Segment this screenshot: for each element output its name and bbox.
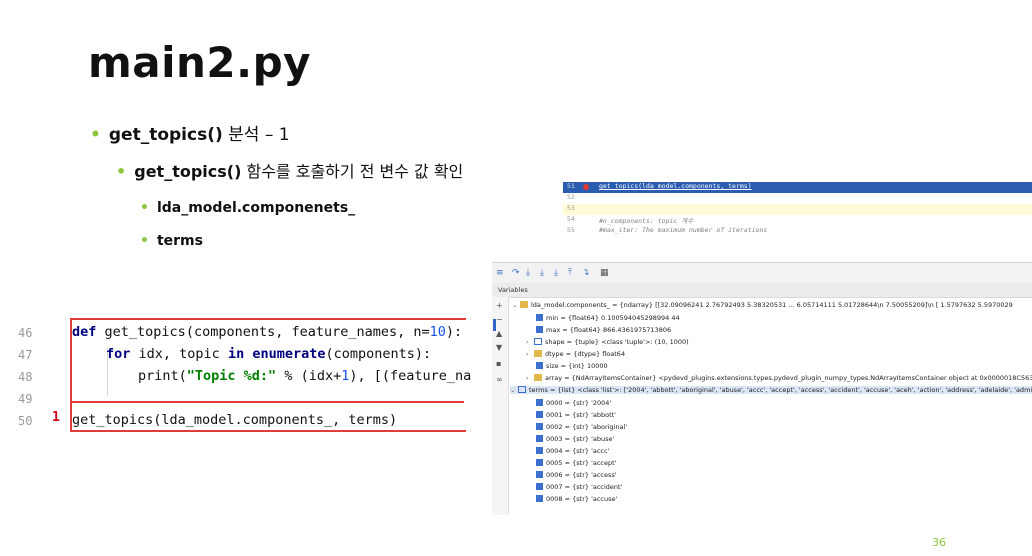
bullet-dot-icon: • — [90, 125, 101, 145]
step-over-icon[interactable]: ↷ — [512, 268, 520, 278]
variable-row[interactable]: 0002 = {str} 'aboriginal' — [536, 423, 627, 431]
down-icon[interactable]: ▼ — [496, 343, 502, 352]
code-row: 55 #max_iter: The maximum number of itera… — [567, 226, 768, 234]
list-icon[interactable]: ≡ — [496, 268, 504, 278]
field-icon — [536, 362, 543, 369]
field-icon — [536, 435, 543, 442]
bullet-level3-a: • lda_model.componenets_ — [140, 200, 355, 216]
variable-row[interactable]: 0000 = {str} '2004' — [536, 399, 611, 407]
debugger-toolbar: ≡ ↷ ⤓ ⤓ ⤓ ⤒ ↴ ▦ — [492, 263, 1032, 284]
code-row: 53 — [563, 204, 1032, 215]
container-icon — [534, 374, 542, 381]
variable-row[interactable]: size = {int} 10000 — [536, 362, 608, 370]
bullet-dot-icon: • — [116, 162, 127, 181]
code-line-48: print("Topic %d:" % (idx+1), [(feature_n… — [138, 368, 472, 384]
line-number: 48 — [18, 370, 33, 384]
bullet-level1: • get_topics() 분석 – 1 — [90, 120, 290, 145]
line-number: 49 — [18, 392, 33, 406]
copy-icon[interactable]: ▪ — [496, 359, 501, 368]
debugger-panel: ≡ ↷ ⤓ ⤓ ⤓ ⤒ ↴ ▦ Variables + − ▲ ▼ ▪ ∞ ⌄ l… — [492, 262, 1032, 515]
code-row: 54 #n_components: topic 개수 — [567, 215, 694, 225]
ndarray-icon — [520, 301, 528, 308]
bullet1-code: get_topics() — [108, 125, 223, 145]
code-editor-left: 46 47 48 49 50 1 def get_topics(componen… — [14, 318, 471, 432]
field-icon — [536, 447, 543, 454]
step-into-icon[interactable]: ⤓ — [526, 268, 530, 278]
bullet2-code: get_topics() — [134, 162, 242, 181]
field-icon — [536, 423, 543, 430]
run-to-cursor-icon[interactable]: ↴ — [582, 268, 590, 278]
bullet1-text: 분석 – 1 — [222, 125, 290, 145]
variable-row[interactable]: › shape = {tuple} <class 'tuple'>: (10, 1… — [526, 338, 689, 346]
bullet3a-text: lda_model.componenets_ — [156, 200, 356, 216]
field-icon — [536, 411, 543, 418]
step-marker: 1 — [52, 410, 60, 425]
field-icon — [536, 495, 543, 502]
field-icon — [536, 399, 543, 406]
force-step-into-icon[interactable]: ⤓ — [554, 268, 558, 278]
bullet3b-text: terms — [156, 233, 203, 249]
code-row: 52 — [567, 193, 575, 201]
field-icon — [536, 314, 543, 321]
up-icon[interactable]: ▲ — [496, 329, 502, 338]
step-into-my-code-icon[interactable]: ⤓ — [540, 268, 544, 278]
variables-header: Variables — [492, 283, 1032, 298]
bullet-level3-b: • terms — [140, 233, 203, 249]
variable-row[interactable]: 0005 = {str} 'accept' — [536, 459, 616, 467]
variable-row[interactable]: 0006 = {str} 'access' — [536, 471, 617, 479]
variable-row[interactable]: 0003 = {str} 'abuse' — [536, 435, 614, 443]
add-icon[interactable]: + — [496, 301, 503, 310]
watch-icon[interactable]: ∞ — [496, 375, 503, 384]
field-icon — [536, 326, 543, 333]
field-icon — [536, 459, 543, 466]
variable-row-selected[interactable]: ⌄ terms = {list} <class 'list'>: ['2004',… — [510, 386, 1032, 394]
field-icon — [536, 483, 543, 490]
code-editor-right: 51 get_topics(lda_model.components, terms… — [563, 180, 1032, 240]
variable-row[interactable]: 0001 = {str} 'abbott' — [536, 411, 616, 419]
code-row: 51 get_topics(lda_model.components, terms… — [563, 182, 1032, 193]
list-icon — [518, 386, 526, 393]
variable-row[interactable]: › dtype = {dtype} float64 — [526, 350, 625, 358]
code-line-47: for idx, topic in enumerate(components): — [106, 346, 432, 362]
variable-row[interactable]: 0008 = {str} 'accuse' — [536, 495, 617, 503]
line-number: 50 — [18, 414, 33, 428]
variable-row[interactable]: ⌄ lda_model.components_ = {ndarray} [[32.… — [512, 301, 1013, 309]
field-icon — [536, 471, 543, 478]
variable-row[interactable]: 0004 = {str} 'accc' — [536, 447, 609, 455]
evaluate-icon[interactable]: ▦ — [600, 268, 609, 278]
bullet-dot-icon: • — [140, 233, 149, 249]
slide-title: main2.py — [88, 38, 312, 87]
step-out-icon[interactable]: ⤒ — [568, 268, 572, 278]
code-line-50: get_topics(lda_model.components_, terms) — [72, 412, 398, 428]
breakpoint-icon[interactable] — [583, 184, 589, 190]
highlight-separator — [70, 401, 464, 403]
code-line-46: def get_topics(components, feature_names… — [72, 324, 463, 340]
tuple-icon — [534, 338, 542, 345]
variable-row[interactable]: 0007 = {str} 'accident' — [536, 483, 622, 491]
line-number: 46 — [18, 326, 33, 340]
bullet2-text: 함수를 호출하기 전 변수 값 확인 — [241, 162, 464, 181]
variable-row[interactable]: › array = {NdArrayItemsContainer} <pydevd… — [526, 374, 1032, 382]
selection-strip — [493, 319, 496, 331]
page-number: 36 — [932, 536, 946, 549]
bullet-level2: • get_topics() 함수를 호출하기 전 변수 값 확인 — [116, 158, 463, 182]
remove-icon[interactable]: − — [496, 315, 503, 324]
variable-row[interactable]: min = {float64} 0.100594045298994 44 — [536, 314, 680, 322]
bullet-dot-icon: • — [140, 200, 149, 216]
line-number: 47 — [18, 348, 33, 362]
variable-row[interactable]: max = {float64} 866.4361975713806 — [536, 326, 671, 334]
dtype-icon — [534, 350, 542, 357]
